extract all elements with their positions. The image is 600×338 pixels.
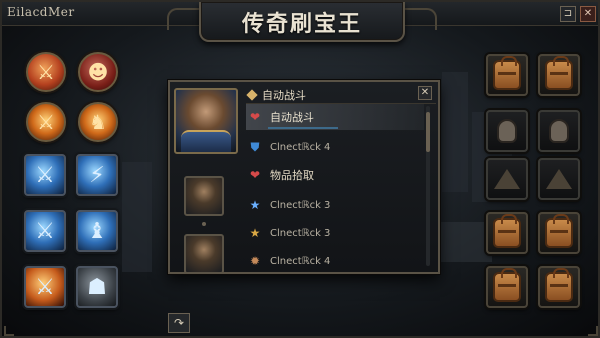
option-label: Clnectℝck 3 (270, 227, 331, 239)
backpack-slot[interactable] (486, 212, 528, 254)
backpack-icon (545, 56, 573, 90)
panel-close-button[interactable]: ✕ (418, 86, 432, 100)
locked-icon (494, 169, 520, 189)
option-label: Clnectℝck 3 (270, 199, 331, 211)
companion-portrait[interactable] (184, 176, 224, 216)
backpack-slot[interactable] (538, 266, 580, 308)
game-title: 传奇刷宝王 (241, 11, 362, 37)
scrollbar[interactable] (426, 106, 430, 266)
title-ornament-right (403, 8, 437, 30)
helmet-icon (549, 119, 569, 143)
backpack-icon (493, 268, 521, 302)
corner-ornament (588, 326, 598, 336)
option-row[interactable]: ✹ Clnectℝck 4 (246, 248, 424, 274)
close-button[interactable]: ✕ (580, 6, 596, 22)
backpack-icon (493, 214, 521, 248)
ruin-pillar (122, 162, 152, 272)
scrollbar-thumb[interactable] (426, 112, 430, 152)
helmet-slot-slot[interactable] (486, 110, 528, 152)
selection-underline (268, 127, 338, 129)
backpack-icon (545, 214, 573, 248)
shield-icon: ⛊ (250, 140, 260, 154)
hero-portrait[interactable] (174, 88, 238, 154)
frost-sword-skill[interactable]: ⚔ (24, 210, 66, 252)
ice-mage-skill[interactable]: ♝ (76, 210, 118, 252)
backpack-icon (493, 56, 521, 90)
backpack-slot[interactable] (486, 54, 528, 96)
backpack-slot[interactable] (538, 212, 580, 254)
gold-star-icon: ★ (249, 226, 261, 240)
brand-label: EilacdMer (7, 5, 75, 19)
empty-slot-slot[interactable] (486, 158, 528, 200)
gear-icon: ✹ (249, 254, 261, 268)
option-label: Clnectℝck 4 (270, 255, 331, 267)
back-arrow-button[interactable]: ↷ (168, 313, 190, 333)
locked-icon (546, 169, 572, 189)
empty-slot-slot[interactable] (538, 158, 580, 200)
option-row[interactable]: ★ Clnectℝck 3 (246, 220, 424, 246)
flame-blade-skill[interactable]: ⚔ (24, 266, 66, 308)
title-plate: 传奇刷宝王 (199, 2, 405, 42)
option-label: 自动战斗 (270, 111, 314, 124)
heart-icon: ❤ (249, 168, 261, 182)
sword-strike-skill[interactable]: ⚔ (26, 52, 66, 92)
blue-star-icon: ★ (249, 198, 261, 212)
companion-portrait[interactable] (184, 234, 224, 274)
title-ornament-left (167, 8, 201, 30)
option-category[interactable]: ❤ 物品拾取 (246, 162, 424, 188)
lightning-slash-skill[interactable]: ⚡ (76, 154, 118, 196)
auto-battle-panel: 自动战斗 ✕ ❤ 自动战斗 ⛊ Clnectℝck 4 ❤ 物品拾取 ★ Clnectℝck … (168, 80, 440, 274)
corner-ornament (4, 326, 14, 336)
option-label: Clnectℝck 4 (270, 141, 331, 153)
fire-sword-skill[interactable]: ⚔ (26, 102, 66, 142)
option-row[interactable]: ❤ 自动战斗 (246, 104, 424, 130)
panel-header: 自动战斗 (246, 86, 436, 104)
fire-mage-skill[interactable]: ♞ (78, 102, 118, 142)
heart-icon: ❤ (249, 110, 261, 124)
backpack-slot[interactable] (538, 54, 580, 96)
option-row[interactable]: ⛊ Clnectℝck 4 (246, 134, 424, 160)
game-window: EilacdMer ⊐ ✕ 传奇刷宝王 ⚔ ☻ ⚔ ♞ ⚔ ⚡ ⚔ ♝ ⚔ ☗ 自动战斗 ✕ ❤ 自… (0, 0, 600, 338)
option-label: 物品拾取 (270, 169, 314, 182)
option-row[interactable]: ★ Clnectℝck 3 (246, 192, 424, 218)
ice-blade-skill[interactable]: ⚔ (24, 154, 66, 196)
minimize-button[interactable]: ⊐ (560, 6, 576, 22)
steel-helm-skill[interactable]: ☗ (76, 266, 118, 308)
bald-warrior-skill[interactable]: ☻ (78, 52, 118, 92)
backpack-slot[interactable] (486, 266, 528, 308)
separator-dot (202, 222, 206, 226)
hero-armor (181, 130, 231, 152)
diamond-icon (246, 88, 258, 101)
backpack-icon (545, 268, 573, 302)
panel-header-label: 自动战斗 (262, 88, 306, 102)
ruin-rubble (432, 222, 492, 262)
helmet-slot-slot[interactable] (538, 110, 580, 152)
helmet-icon (497, 119, 517, 143)
ruin-pillar (442, 72, 468, 192)
